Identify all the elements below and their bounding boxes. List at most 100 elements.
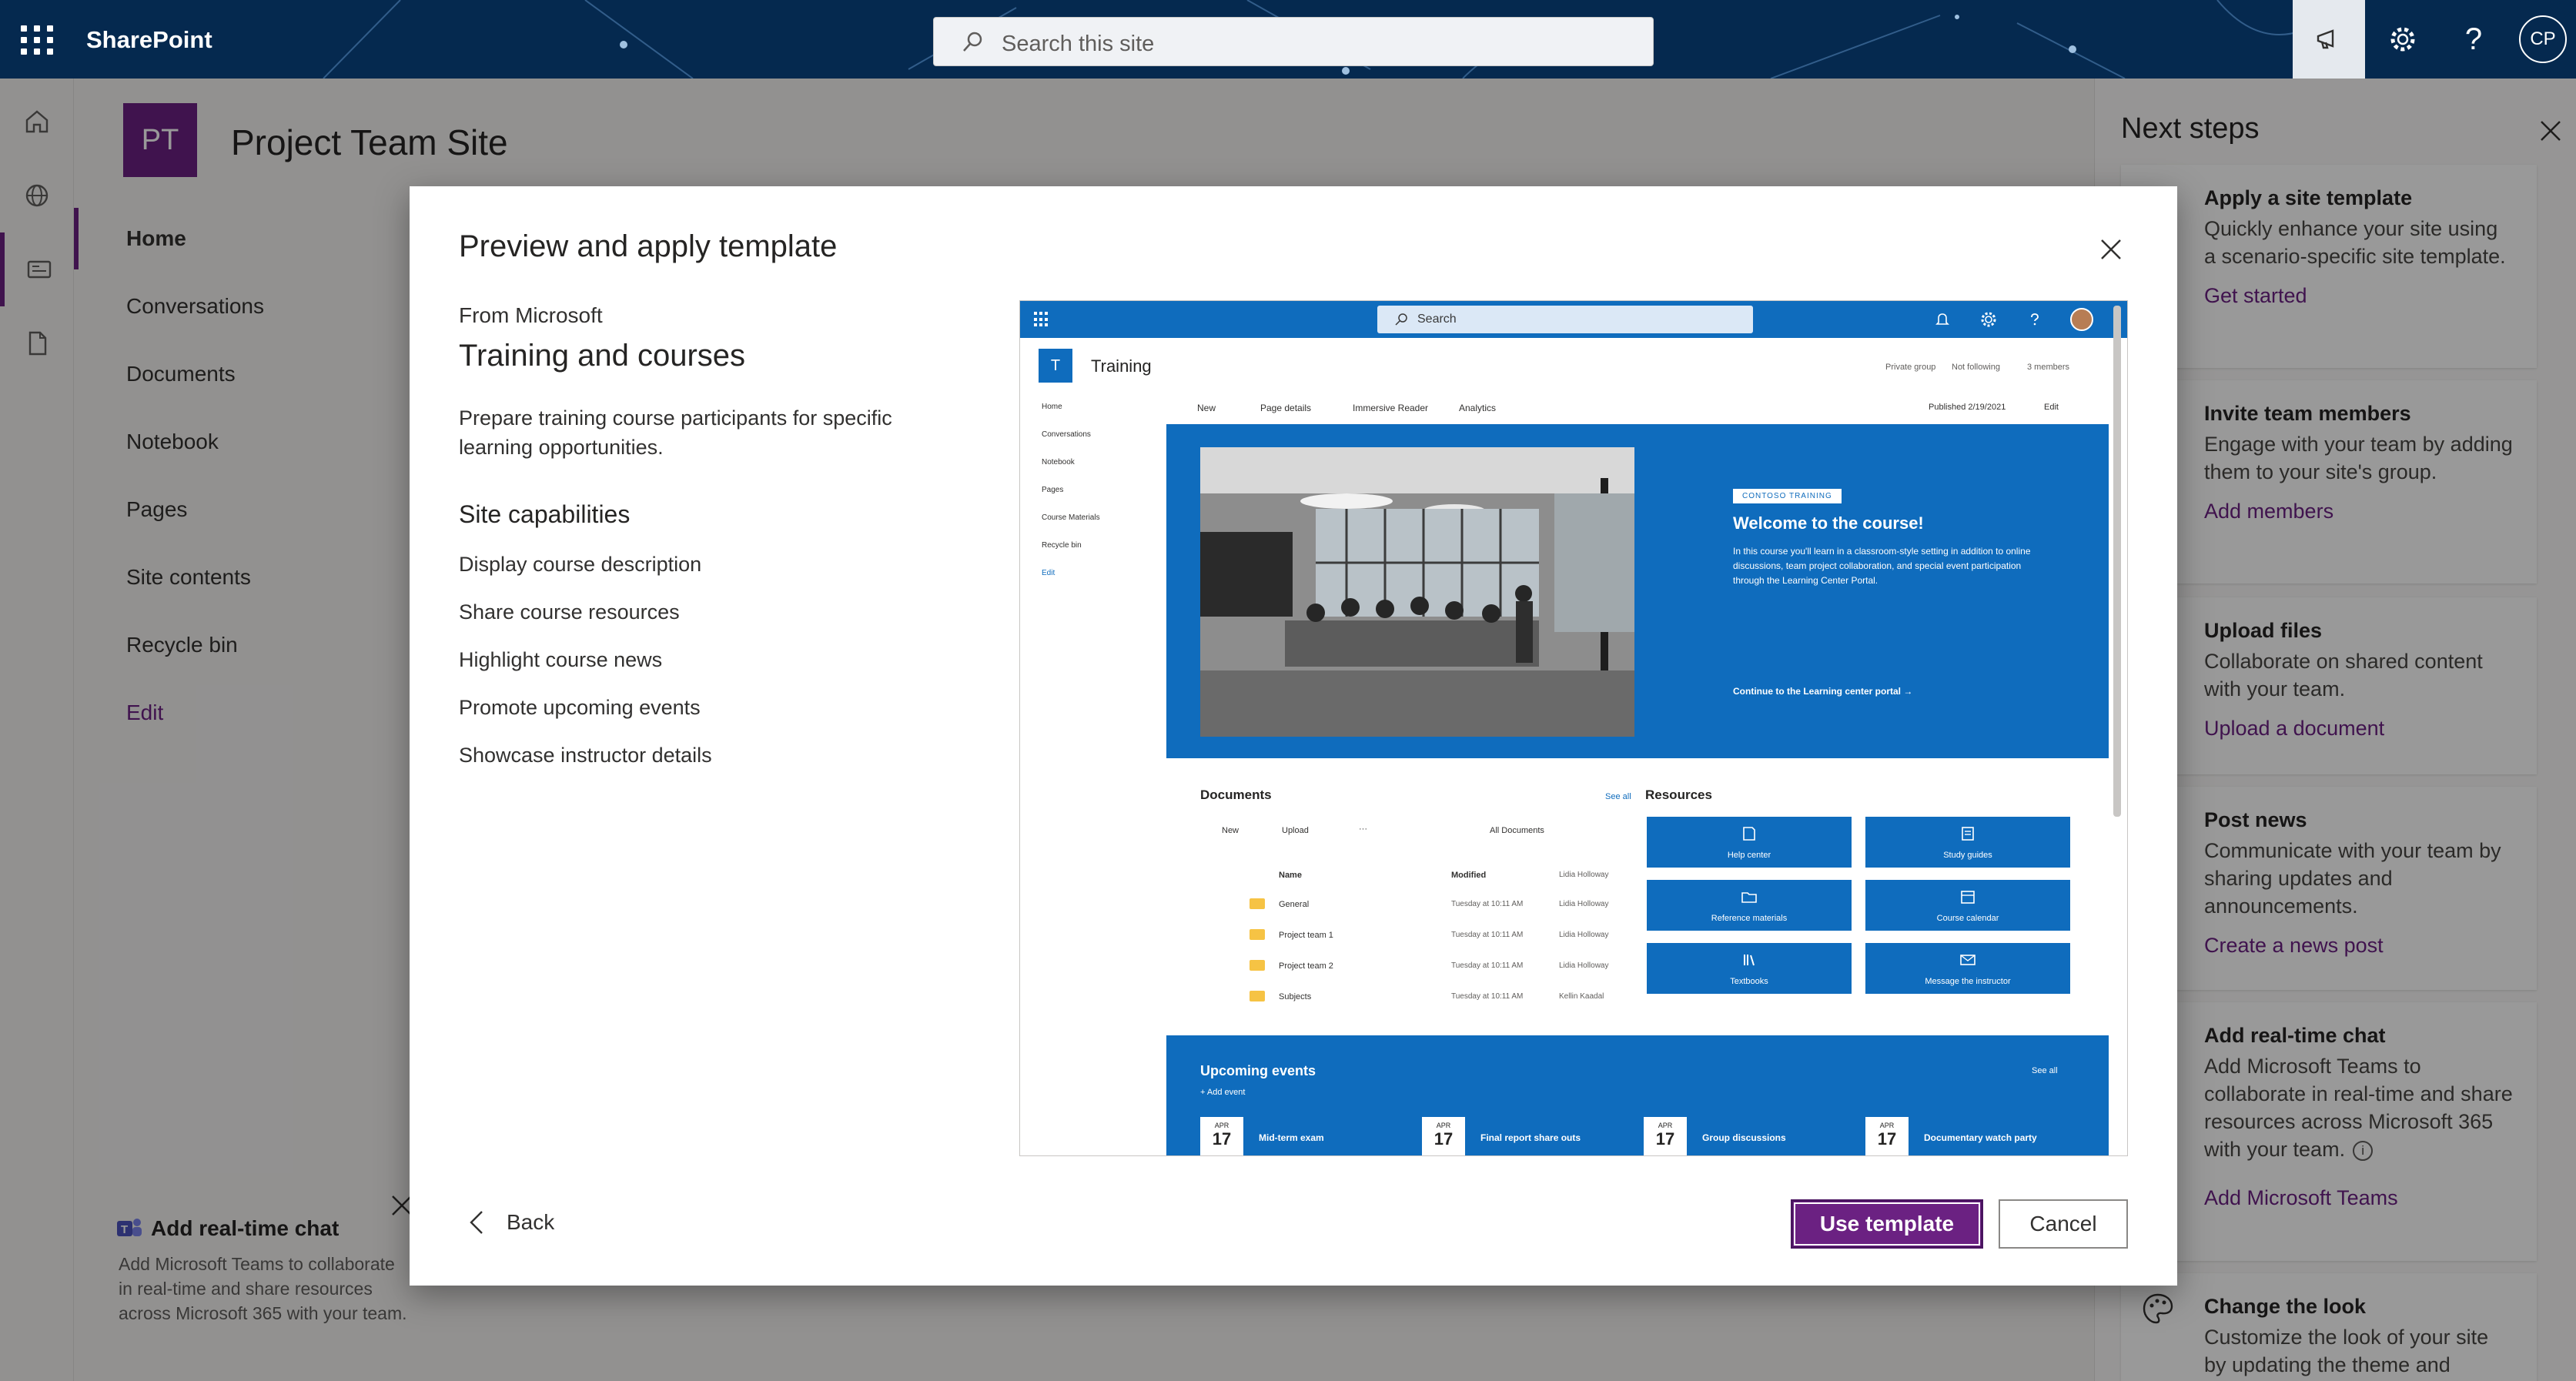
preview-hero-tag: CONTOSO TRAINING — [1733, 489, 1842, 503]
avatar — [2070, 308, 2093, 331]
folder-icon — [1250, 929, 1265, 940]
preview-resource-label: Help center — [1727, 851, 1771, 860]
preview-doc-modified: Tuesday at 10:11 AM — [1451, 900, 1524, 908]
suite-bar: SharePoint Search this site ? CP — [0, 0, 2576, 79]
capabilities-heading: Site capabilities — [459, 500, 631, 528]
preview-scrollbar[interactable] — [2113, 306, 2121, 817]
megaphone-button[interactable] — [2293, 0, 2365, 79]
preview-col-modified: Modified — [1451, 871, 1487, 880]
avatar: CP — [2519, 15, 2567, 63]
folder-icon — [1250, 960, 1265, 971]
help-button[interactable]: ? — [2437, 0, 2510, 79]
preview-add-event: + Add event — [1200, 1088, 1246, 1097]
preview-meta: Not following — [1952, 363, 2000, 372]
event-month: APR — [1658, 1122, 1673, 1129]
preview-nav-item: Recycle bin — [1042, 541, 1082, 550]
app-launcher-icon[interactable] — [18, 23, 53, 57]
help-icon: ? — [2464, 22, 2483, 56]
preview-hero-text: In this course you'll learn in a classro… — [1733, 546, 2031, 586]
preview-published: Published 2/19/2021 — [1929, 403, 2006, 412]
bell-icon — [1935, 313, 1949, 325]
event-day: 17 — [1212, 1129, 1232, 1149]
preview-events: Upcoming events + Add event See all APR 1… — [1166, 1035, 2109, 1155]
preview-nav-item: Conversations — [1042, 430, 1091, 439]
event-name: Mid-term exam — [1259, 1132, 1324, 1143]
preview-doc-by: Kellin Kaadal — [1559, 992, 1604, 1001]
preview-nav-item: Edit — [1042, 569, 1055, 577]
preview-resource-label: Course calendar — [1936, 914, 1999, 923]
help-icon — [2031, 313, 2039, 326]
template-name: Training and courses — [459, 339, 746, 373]
event-day: 17 — [1877, 1129, 1897, 1149]
preview-doc-by: Lidia Holloway — [1559, 931, 1609, 939]
template-preview[interactable]: Search T Training Private group Not foll… — [1019, 300, 2128, 1156]
folder-icon — [1250, 898, 1265, 909]
gear-icon — [1981, 312, 1996, 327]
library-icon — [1744, 955, 1755, 966]
capability-item: Showcase instructor details — [459, 744, 712, 767]
event-name: Documentary watch party — [1924, 1132, 2037, 1143]
event-name: Final report share outs — [1480, 1132, 1581, 1143]
preview-nav-item: Home — [1042, 403, 1062, 411]
back-button[interactable]: Back — [468, 1207, 554, 1238]
close-icon[interactable] — [2097, 236, 2125, 263]
capability-item: Highlight course news — [459, 648, 663, 671]
classroom-photo — [1200, 447, 1634, 737]
account-button[interactable]: CP — [2510, 0, 2576, 79]
event-name: Group discussions — [1702, 1132, 1786, 1143]
app-name[interactable]: SharePoint — [86, 26, 212, 54]
site-search-input[interactable]: Search this site — [933, 17, 1654, 66]
preview-documents-see-all: See all — [1605, 792, 1631, 801]
use-template-button[interactable]: Use template — [1791, 1199, 1983, 1249]
preview-nav-item: Course Materials — [1042, 513, 1100, 522]
preview-command: Analytics — [1459, 403, 1497, 413]
preview-resource-tile: Help center — [1647, 817, 1852, 868]
template-description: Prepare training course participants for… — [459, 406, 892, 459]
preview-resource-label: Reference materials — [1711, 914, 1788, 923]
back-label: Back — [507, 1210, 555, 1234]
preview-resource-tile: Study guides — [1865, 817, 2070, 868]
classroom-image — [1200, 447, 1634, 737]
preview-doc-by: Lidia Holloway — [1559, 900, 1609, 908]
preview-search-text: Search — [1417, 313, 1457, 326]
event-date: APR 17 — [1644, 1117, 1687, 1155]
preview-doc-name: General — [1279, 900, 1310, 909]
preview-meta: 3 members — [2027, 363, 2070, 372]
preview-resources-heading: Resources — [1645, 787, 1712, 802]
preview-doc-toolbar: Upload — [1282, 826, 1309, 835]
preview-edit: Edit — [2044, 403, 2059, 412]
event-day: 17 — [1655, 1129, 1675, 1149]
app-launcher-icon — [1034, 312, 1049, 327]
preview-search: Search — [1377, 306, 1753, 333]
help-icon — [1743, 827, 1755, 841]
cancel-button[interactable]: Cancel — [1999, 1199, 2128, 1249]
search-icon — [1395, 313, 1407, 326]
folder-icon — [1250, 991, 1265, 1001]
preview-site-title: Training — [1091, 356, 1152, 376]
preview-doc-modified: Tuesday at 10:11 AM — [1451, 961, 1524, 970]
preview-documents-heading: Documents — [1200, 787, 1272, 802]
preview-doc-toolbar: ··· — [1359, 824, 1367, 834]
preview-doc-by: Lidia Holloway — [1559, 961, 1609, 970]
calendar-icon — [1961, 891, 1975, 904]
preview-hero: CONTOSO TRAINING Welcome to the course! … — [1166, 424, 2109, 758]
preview-resource-label: Message the instructor — [1925, 977, 2011, 986]
preview-hero-heading: Welcome to the course! — [1733, 513, 1924, 533]
preview-col-modified-by: Lidia Holloway — [1559, 871, 1609, 879]
preview-resource-tile: Textbooks — [1647, 943, 1852, 994]
search-placeholder: Search this site — [1002, 32, 1155, 56]
preview-doc-name: Project team 1 — [1279, 931, 1333, 940]
preview-doc-toolbar: All Documents — [1490, 826, 1544, 835]
mail-icon — [1960, 955, 1975, 965]
preview-resource-tile: Reference materials — [1647, 880, 1852, 931]
preview-meta: Private group — [1885, 363, 1936, 372]
settings-button[interactable] — [2367, 0, 2439, 79]
event-date: APR 17 — [1865, 1117, 1909, 1155]
preview-doc-modified: Tuesday at 10:11 AM — [1451, 992, 1524, 1001]
capability-item: Share course resources — [459, 600, 680, 624]
folder-icon — [1741, 892, 1757, 903]
preview-suite-bar: Search — [1020, 301, 2127, 338]
gear-icon — [2390, 27, 2415, 52]
preview-command: Page details — [1260, 403, 1312, 413]
preview-site-logo: T — [1039, 349, 1072, 383]
